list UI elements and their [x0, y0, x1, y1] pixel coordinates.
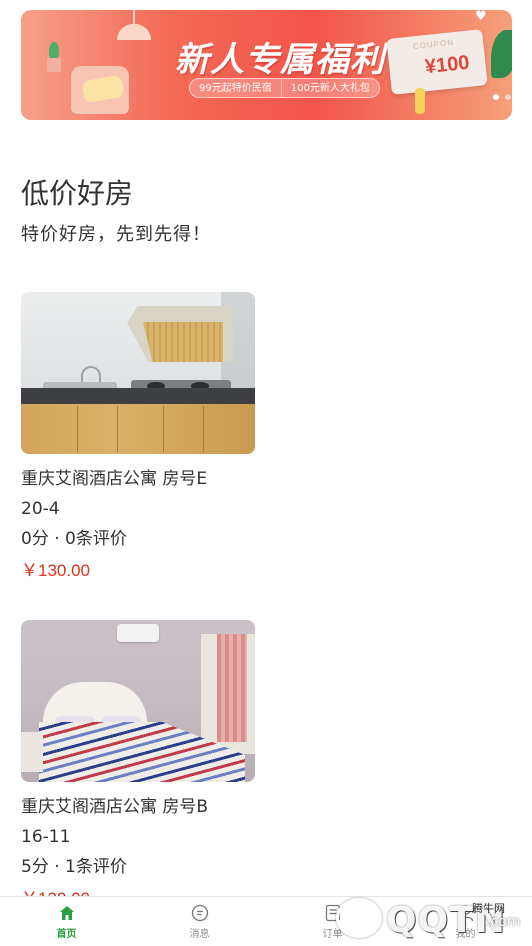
listing-rating: 5分 · 1条评价	[21, 857, 127, 877]
curtain-image	[217, 634, 247, 742]
nav-label-messages: 消息	[189, 929, 210, 940]
bottom-nav: 首页 消息 订单 我的	[0, 896, 532, 946]
banner-title: 新人专属福利	[175, 40, 385, 80]
listing-card[interactable]: 重庆艾阁酒店公寓 房号B 16-11 5分 · 1条评价 ￥120.00	[21, 620, 257, 912]
banner-pill-discount: 99元起特价民宿	[199, 83, 272, 94]
carousel-dot[interactable]	[505, 94, 511, 100]
heart-icon: ♥	[475, 10, 487, 24]
carousel-indicator	[493, 94, 511, 100]
nightstand-image	[21, 732, 43, 772]
app-screen: 新人专属福利 99元起特价民宿 100元新人大礼包 COUPON ¥100 ♥ …	[0, 0, 532, 946]
cabinet-image	[21, 404, 255, 454]
nav-label-profile: 我的	[455, 929, 476, 940]
listing-card[interactable]: 重庆艾阁酒店公寓 房号E 20-4 0分 · 0条评价 ￥130.00	[21, 292, 257, 584]
listing-photo[interactable]	[21, 620, 255, 782]
carousel-dot-active[interactable]	[493, 94, 499, 100]
message-icon	[191, 904, 209, 922]
air-conditioner-image	[117, 624, 159, 642]
cabinet-door-line	[203, 406, 204, 452]
listing-name-line1: 重庆艾阁酒店公寓 房号B	[21, 797, 209, 817]
listing-name-line2: 20-4	[21, 499, 60, 519]
listing-name-line2: 16-11	[21, 827, 71, 847]
section-title: 低价好房	[21, 177, 134, 210]
nav-item-home[interactable]: 首页	[0, 897, 133, 946]
nav-item-profile[interactable]: 我的	[399, 897, 532, 946]
promo-banner[interactable]: 新人专属福利 99元起特价民宿 100元新人大礼包 COUPON ¥100 ♥ …	[21, 10, 512, 120]
range-hood-vent-image	[143, 322, 223, 362]
coupon-amount: ¥100	[423, 51, 471, 79]
listing-name[interactable]: 重庆艾阁酒店公寓 房号B 16-11	[21, 792, 257, 852]
lamp-icon	[117, 24, 151, 40]
listing-name-line1: 重庆艾阁酒店公寓 房号E	[21, 469, 208, 489]
listing-price: ￥130.00	[21, 561, 90, 580]
section-subtitle: 特价好房，先到先得！	[21, 224, 211, 245]
nav-item-messages[interactable]: 消息	[133, 897, 266, 946]
nav-label-orders: 订单	[322, 929, 343, 940]
plant-pot-decoration	[47, 58, 61, 72]
user-icon	[458, 904, 474, 922]
cabinet-door-line	[163, 406, 164, 452]
listing-name[interactable]: 重庆艾阁酒店公寓 房号E 20-4	[21, 464, 257, 524]
home-icon	[59, 904, 75, 922]
leaf-icon	[491, 30, 512, 78]
listing-rating: 0分 · 0条评价	[21, 529, 127, 549]
cabinet-door-line	[117, 406, 118, 452]
nav-item-orders[interactable]: 订单	[266, 897, 399, 946]
banner-pill-gift: 100元新人大礼包	[280, 79, 379, 97]
listing-photo[interactable]	[21, 292, 255, 454]
nav-label-home: 首页	[56, 929, 77, 940]
lamp-cord-decoration	[133, 10, 135, 24]
order-icon	[325, 904, 341, 922]
person-figure-icon	[415, 88, 425, 114]
countertop-image	[21, 388, 255, 404]
cabinet-door-line	[77, 406, 78, 452]
banner-pills: 99元起特价民宿 100元新人大礼包	[189, 78, 380, 98]
